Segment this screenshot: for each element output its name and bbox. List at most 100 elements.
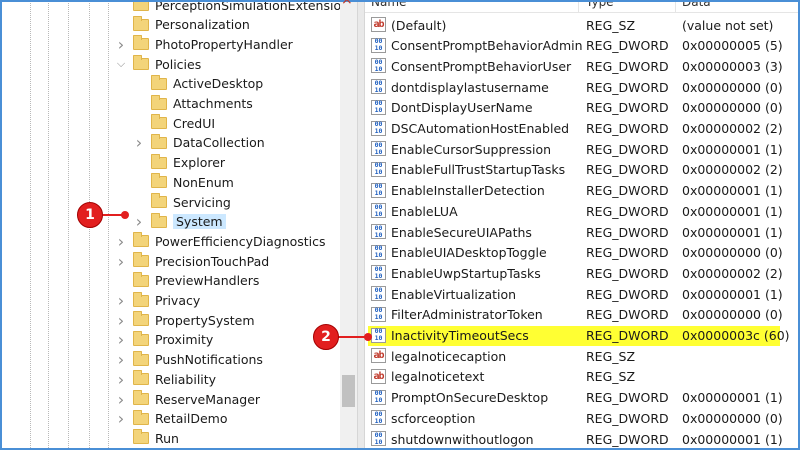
- tree-vertical-scrollbar[interactable]: [340, 0, 357, 450]
- tree-node[interactable]: › Reliability: [115, 369, 216, 389]
- table-row[interactable]: ab legalnoticetext REG_SZ: [365, 367, 800, 387]
- table-row[interactable]: 00 10 EnableVirtualization REG_DWORD 0x00000…: [365, 284, 800, 304]
- tree-node[interactable]: › System: [133, 212, 226, 232]
- tree-node-label: PropertySystem: [155, 312, 255, 328]
- tree-node[interactable]: Personalization: [115, 15, 250, 35]
- folder-icon: [133, 390, 149, 405]
- registry-values-list[interactable]: Name Type Data ab (Default) REG_SZ (value n…: [365, 0, 800, 450]
- value-data: 0x00000001 (1): [682, 390, 783, 406]
- table-row[interactable]: 00 10 FilterAdministratorToken REG_DWORD 0x0…: [365, 305, 800, 325]
- table-row[interactable]: 00 10 EnableInstallerDetection REG_DWORD 0x0…: [365, 181, 800, 201]
- tree-node[interactable]: Servicing: [133, 192, 231, 212]
- column-header-name[interactable]: Name: [371, 0, 406, 9]
- table-row[interactable]: 00 10 EnableUwpStartupTasks REG_DWORD 0x0000…: [365, 263, 800, 283]
- table-row[interactable]: 00 10 EnableCursorSuppression REG_DWORD 0x00…: [365, 139, 800, 159]
- value-data: 0x00000000 (0): [682, 100, 783, 116]
- chevron-right-icon[interactable]: ›: [115, 330, 127, 349]
- tree-node[interactable]: ActiveDesktop: [133, 74, 263, 94]
- binary-value-icon: 00 10: [371, 58, 386, 74]
- tree-guide-line: [108, 0, 109, 450]
- callout-2-pointer-dot: [364, 333, 372, 341]
- tree-node[interactable]: › PhotoPropertyHandler: [115, 34, 293, 54]
- tree-node[interactable]: PerceptionSimulationExtensions: [115, 0, 340, 15]
- binary-value-icon: 00 10: [371, 224, 386, 239]
- value-type: REG_DWORD: [586, 121, 669, 136]
- table-row[interactable]: 00 10 DontDisplayUserName REG_DWORD 0x000000…: [365, 98, 800, 118]
- tree-node[interactable]: Explorer: [133, 153, 225, 173]
- tree-node[interactable]: Attachments: [133, 94, 253, 114]
- binary-value-icon: 00 10: [371, 203, 386, 219]
- tree-node[interactable]: › DataCollection: [133, 133, 265, 153]
- folder-icon: [133, 311, 149, 327]
- value-data: 0x00000002 (2): [682, 265, 783, 281]
- tree-node[interactable]: Run: [115, 428, 179, 448]
- column-header-data[interactable]: Data: [682, 0, 711, 9]
- tree-node[interactable]: › PowerEfficiencyDiagnostics: [115, 231, 326, 251]
- folder-icon: [151, 212, 167, 228]
- tree-node[interactable]: › PushNotifications: [115, 350, 263, 370]
- tree-node[interactable]: NonEnum: [133, 172, 234, 192]
- tree-node[interactable]: CredUI: [133, 113, 215, 133]
- chevron-right-icon[interactable]: ›: [115, 35, 127, 54]
- chevron-down-icon[interactable]: ⌵: [115, 57, 127, 71]
- chevron-right-icon[interactable]: ›: [115, 311, 127, 330]
- chevron-right-icon[interactable]: ›: [115, 252, 127, 271]
- table-row[interactable]: 00 10 dontdisplaylastusername REG_DWORD 0x00…: [365, 77, 800, 97]
- value-name: EnableFullTrustStartupTasks: [391, 162, 566, 178]
- value-name: EnableUIADesktopToggle: [391, 245, 547, 261]
- table-row[interactable]: ab legalnoticecaption REG_SZ: [365, 346, 800, 366]
- table-row[interactable]: 00 10 ConsentPromptBehaviorUser REG_DWORD 0x…: [365, 56, 800, 76]
- table-row[interactable]: 00 10 scforceoption REG_DWORD 0x00000000 (0): [365, 408, 800, 428]
- tree-node-label: PowerEfficiencyDiagnostics: [155, 233, 326, 249]
- binary-value-icon: 00 10: [371, 410, 386, 426]
- binary-value-icon: 00 10: [371, 265, 386, 281]
- chevron-right-icon[interactable]: ›: [115, 232, 127, 251]
- table-row[interactable]: 00 10 shutdownwithoutlogon REG_DWORD 0x00000…: [365, 429, 800, 449]
- table-row[interactable]: 00 10 ConsentPromptBehaviorAdmin REG_DWORD 0…: [365, 36, 800, 56]
- scrollbar-thumb[interactable]: [342, 375, 355, 407]
- value-type: REG_DWORD: [586, 79, 669, 95]
- chevron-right-icon[interactable]: ›: [115, 390, 127, 409]
- tree-node[interactable]: › ReserveManager: [115, 389, 260, 409]
- column-header-type[interactable]: Type: [586, 0, 614, 9]
- tree-node[interactable]: › PropertySystem: [115, 310, 255, 330]
- tree-node[interactable]: › RetailDemo: [115, 409, 228, 429]
- tree-node-label: Personalization: [155, 17, 250, 33]
- chevron-right-icon[interactable]: ›: [133, 212, 145, 231]
- folder-icon: [133, 271, 149, 287]
- table-row[interactable]: 00 10 EnableSecureUIAPaths REG_DWORD 0x00000…: [365, 222, 800, 242]
- value-name: DontDisplayUserName: [391, 100, 533, 116]
- value-type: REG_DWORD: [586, 286, 669, 302]
- registry-key-tree[interactable]: PerceptionSimulationExtensions Personaliz…: [0, 0, 340, 450]
- tree-node[interactable]: PreviewHandlers: [115, 271, 259, 291]
- table-row-highlighted[interactable]: 00 10 InactivityTimeoutSecs REG_DWORD 0x0000…: [368, 325, 790, 346]
- column-divider[interactable]: [578, 0, 579, 12]
- binary-icon-digits-bottom: 10: [374, 271, 383, 280]
- table-row[interactable]: 00 10 EnableFullTrustStartupTasks REG_DWORD…: [365, 160, 800, 180]
- binary-value-icon: 00 10: [371, 306, 386, 322]
- table-row[interactable]: 00 10 DSCAutomationHostEnabled REG_DWORD 0x0…: [365, 119, 800, 139]
- tree-node[interactable]: › Proximity: [115, 330, 213, 350]
- table-row[interactable]: ab (Default) REG_SZ (value not set): [365, 15, 800, 35]
- chevron-right-icon[interactable]: ›: [115, 350, 127, 369]
- table-row[interactable]: 00 10 EnableUIADesktopToggle REG_DWORD 0x000…: [365, 243, 800, 263]
- value-data: 0x00000001 (1): [682, 183, 783, 199]
- value-name: FilterAdministratorToken: [391, 307, 543, 323]
- tree-guide-line: [30, 0, 31, 450]
- table-row[interactable]: 00 10 PromptOnSecureDesktop REG_DWORD 0x0000…: [365, 388, 800, 408]
- chevron-right-icon[interactable]: ›: [133, 133, 145, 152]
- tree-node[interactable]: › Privacy: [115, 291, 200, 311]
- tree-node[interactable]: › PrecisionTouchPad: [115, 251, 269, 271]
- chevron-right-icon[interactable]: ›: [115, 291, 127, 310]
- column-divider[interactable]: [675, 0, 676, 12]
- folder-icon: [151, 153, 167, 169]
- folder-icon: [133, 330, 149, 346]
- tree-expander-spacer: [133, 175, 145, 189]
- value-name: EnableVirtualization: [391, 286, 517, 302]
- binary-value-icon: 00 10: [371, 99, 386, 115]
- chevron-right-icon[interactable]: ›: [115, 409, 127, 428]
- tree-node[interactable]: ⌵ Policies: [115, 54, 201, 74]
- table-row[interactable]: 00 10 EnableLUA REG_DWORD 0x00000001 (1): [365, 201, 800, 221]
- pane-splitter[interactable]: [357, 0, 365, 450]
- chevron-right-icon[interactable]: ›: [115, 370, 127, 389]
